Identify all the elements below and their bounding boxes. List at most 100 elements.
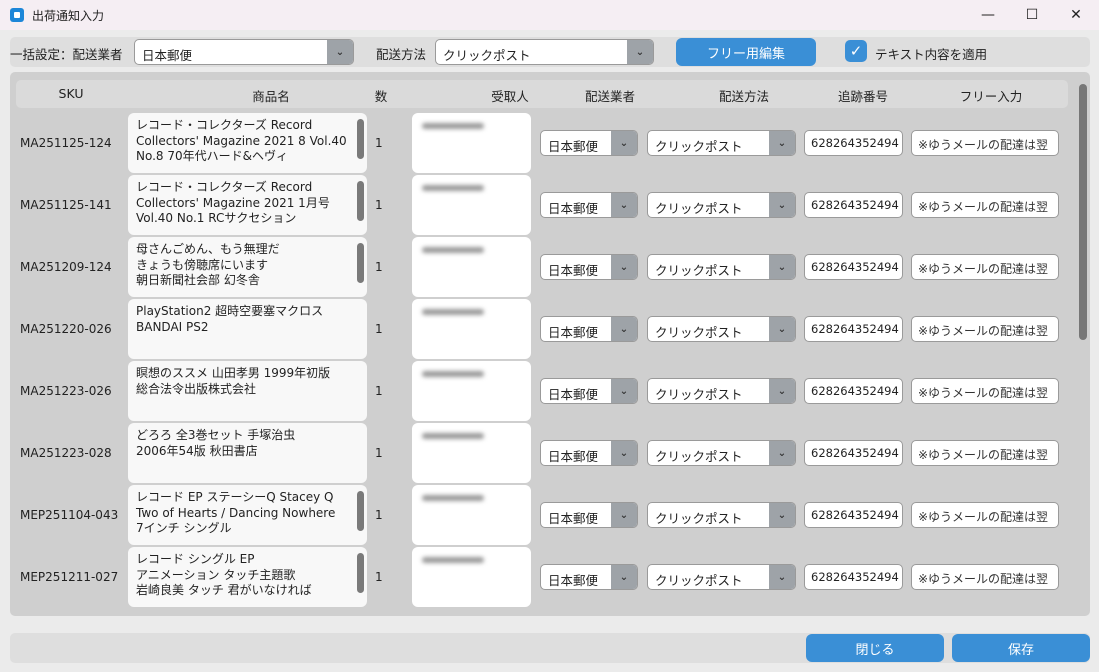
chevron-down-icon: ⌄: [611, 441, 637, 465]
free-input-field[interactable]: ※ゆうメールの配達は翌: [911, 316, 1059, 342]
tracking-number-input[interactable]: 628264352494: [804, 378, 903, 404]
recipient-textbox[interactable]: [412, 485, 531, 545]
method-select[interactable]: クリックポスト ⌄: [647, 192, 796, 218]
tracking-number-input[interactable]: 628264352494: [804, 440, 903, 466]
product-name-textbox[interactable]: どろろ 全3巻セット 手塚治虫 2006年54版 秋田書店: [128, 423, 367, 483]
method-value: クリックポスト: [655, 449, 743, 464]
qty-cell: 1: [375, 198, 383, 212]
bulk-method-select[interactable]: クリックポスト ⌄: [435, 39, 654, 65]
chevron-down-icon: ⌄: [611, 255, 637, 279]
carrier-value: 日本郵便: [548, 511, 599, 526]
free-input-field[interactable]: ※ゆうメールの配達は翌: [911, 254, 1059, 280]
carrier-value: 日本郵便: [548, 449, 599, 464]
sku-cell: MA251220-026: [20, 322, 112, 336]
qty-cell: 1: [375, 384, 383, 398]
qty-cell: 1: [375, 136, 383, 150]
chevron-down-icon: ⌄: [769, 317, 795, 341]
bulk-carrier-select[interactable]: 日本郵便 ⌄: [134, 39, 354, 65]
product-name: どろろ 全3巻セット 手塚治虫 2006年54版 秋田書店: [136, 428, 296, 458]
carrier-select[interactable]: 日本郵便 ⌄: [540, 564, 638, 590]
table-scrollbar[interactable]: [1079, 84, 1087, 340]
carrier-value: 日本郵便: [548, 263, 599, 278]
tracking-number-input[interactable]: 628264352494: [804, 316, 903, 342]
carrier-select[interactable]: 日本郵便 ⌄: [540, 254, 638, 280]
chevron-down-icon: ⌄: [769, 441, 795, 465]
method-select[interactable]: クリックポスト ⌄: [647, 254, 796, 280]
free-input-field[interactable]: ※ゆうメールの配達は翌: [911, 192, 1059, 218]
header-method: 配送方法: [718, 89, 770, 104]
product-name: レコード シングル EP アニメーション タッチ主題歌 岩崎良美 タッチ 君がい…: [136, 552, 312, 597]
method-select[interactable]: クリックポスト ⌄: [647, 564, 796, 590]
product-name-textbox[interactable]: レコード・コレクターズ Record Collectors' Magazine …: [128, 113, 367, 173]
redacted-recipient: [422, 433, 484, 439]
close-button[interactable]: 閉じる: [806, 634, 944, 662]
carrier-select[interactable]: 日本郵便 ⌄: [540, 192, 638, 218]
maximize-button[interactable]: ☐: [1012, 0, 1052, 30]
app-icon: [10, 8, 24, 22]
table-row: MA251220-026 PlayStation2 超時空要塞マクロス BAND…: [10, 299, 1080, 359]
sku-cell: MA251125-141: [20, 198, 112, 212]
header-carrier: 配送業者: [584, 89, 636, 104]
method-value: クリックポスト: [655, 325, 743, 340]
textbox-scrollbar[interactable]: [357, 181, 364, 221]
tracking-number-input[interactable]: 628264352494: [804, 192, 903, 218]
product-name-textbox[interactable]: レコード シングル EP アニメーション タッチ主題歌 岩崎良美 タッチ 君がい…: [128, 547, 367, 607]
product-name-textbox[interactable]: 母さんごめん、もう無理だ きょうも傍聴席にいます 朝日新聞社会部 幻冬舎: [128, 237, 367, 297]
checkmark-icon: ✓: [849, 42, 863, 60]
recipient-textbox[interactable]: [412, 175, 531, 235]
method-select[interactable]: クリックポスト ⌄: [647, 502, 796, 528]
carrier-select[interactable]: 日本郵便 ⌄: [540, 378, 638, 404]
recipient-textbox[interactable]: [412, 361, 531, 421]
textbox-scrollbar[interactable]: [357, 553, 364, 593]
carrier-select[interactable]: 日本郵便 ⌄: [540, 440, 638, 466]
textbox-scrollbar[interactable]: [357, 243, 364, 283]
product-name-textbox[interactable]: 瞑想のススメ 山田孝男 1999年初版 総合法令出版株式会社: [128, 361, 367, 421]
bulk-method-value: クリックポスト: [443, 48, 531, 63]
method-select[interactable]: クリックポスト ⌄: [647, 440, 796, 466]
textbox-scrollbar[interactable]: [357, 119, 364, 159]
chevron-down-icon: ⌄: [611, 317, 637, 341]
product-name-textbox[interactable]: レコード・コレクターズ Record Collectors' Magazine …: [128, 175, 367, 235]
recipient-textbox[interactable]: [412, 237, 531, 297]
carrier-select[interactable]: 日本郵便 ⌄: [540, 130, 638, 156]
carrier-select[interactable]: 日本郵便 ⌄: [540, 316, 638, 342]
free-edit-button[interactable]: フリー用編集: [676, 38, 816, 66]
textbox-scrollbar[interactable]: [357, 491, 364, 531]
product-name: PlayStation2 超時空要塞マクロス BANDAI PS2: [136, 304, 324, 334]
close-window-button[interactable]: ✕: [1056, 0, 1096, 30]
tracking-number-input[interactable]: 628264352494: [804, 564, 903, 590]
header-name: 商品名: [252, 89, 290, 104]
sku-cell: MA251209-124: [20, 260, 112, 274]
recipient-textbox[interactable]: [412, 113, 531, 173]
tracking-number-input[interactable]: 628264352494: [804, 502, 903, 528]
method-value: クリックポスト: [655, 201, 743, 216]
recipient-textbox[interactable]: [412, 547, 531, 607]
method-select[interactable]: クリックポスト ⌄: [647, 316, 796, 342]
product-name-textbox[interactable]: レコード EP ステーシーQ Stacey Q Two of Hearts / …: [128, 485, 367, 545]
header-free-input: フリー入力: [959, 89, 1023, 104]
qty-cell: 1: [375, 508, 383, 522]
free-input-field[interactable]: ※ゆうメールの配達は翌: [911, 440, 1059, 466]
recipient-textbox[interactable]: [412, 299, 531, 359]
header-recipient: 受取人: [491, 89, 529, 104]
carrier-select[interactable]: 日本郵便 ⌄: [540, 502, 638, 528]
tracking-number-input[interactable]: 628264352494: [804, 130, 903, 156]
minimize-button[interactable]: —: [968, 0, 1008, 30]
redacted-recipient: [422, 557, 484, 563]
free-input-field[interactable]: ※ゆうメールの配達は翌: [911, 378, 1059, 404]
free-input-field[interactable]: ※ゆうメールの配達は翌: [911, 564, 1059, 590]
method-value: クリックポスト: [655, 511, 743, 526]
method-select[interactable]: クリックポスト ⌄: [647, 378, 796, 404]
free-input-field[interactable]: ※ゆうメールの配達は翌: [911, 502, 1059, 528]
sku-cell: MA251223-028: [20, 446, 112, 460]
apply-text-checkbox[interactable]: ✓: [845, 40, 867, 62]
product-name-textbox[interactable]: PlayStation2 超時空要塞マクロス BANDAI PS2: [128, 299, 367, 359]
bulk-carrier-label: 一括設定：配送業者: [10, 47, 123, 62]
chevron-down-icon: ⌄: [769, 255, 795, 279]
method-select[interactable]: クリックポスト ⌄: [647, 130, 796, 156]
free-input-field[interactable]: ※ゆうメールの配達は翌: [911, 130, 1059, 156]
save-button[interactable]: 保存: [952, 634, 1090, 662]
recipient-textbox[interactable]: [412, 423, 531, 483]
chevron-down-icon: ⌄: [611, 503, 637, 527]
tracking-number-input[interactable]: 628264352494: [804, 254, 903, 280]
